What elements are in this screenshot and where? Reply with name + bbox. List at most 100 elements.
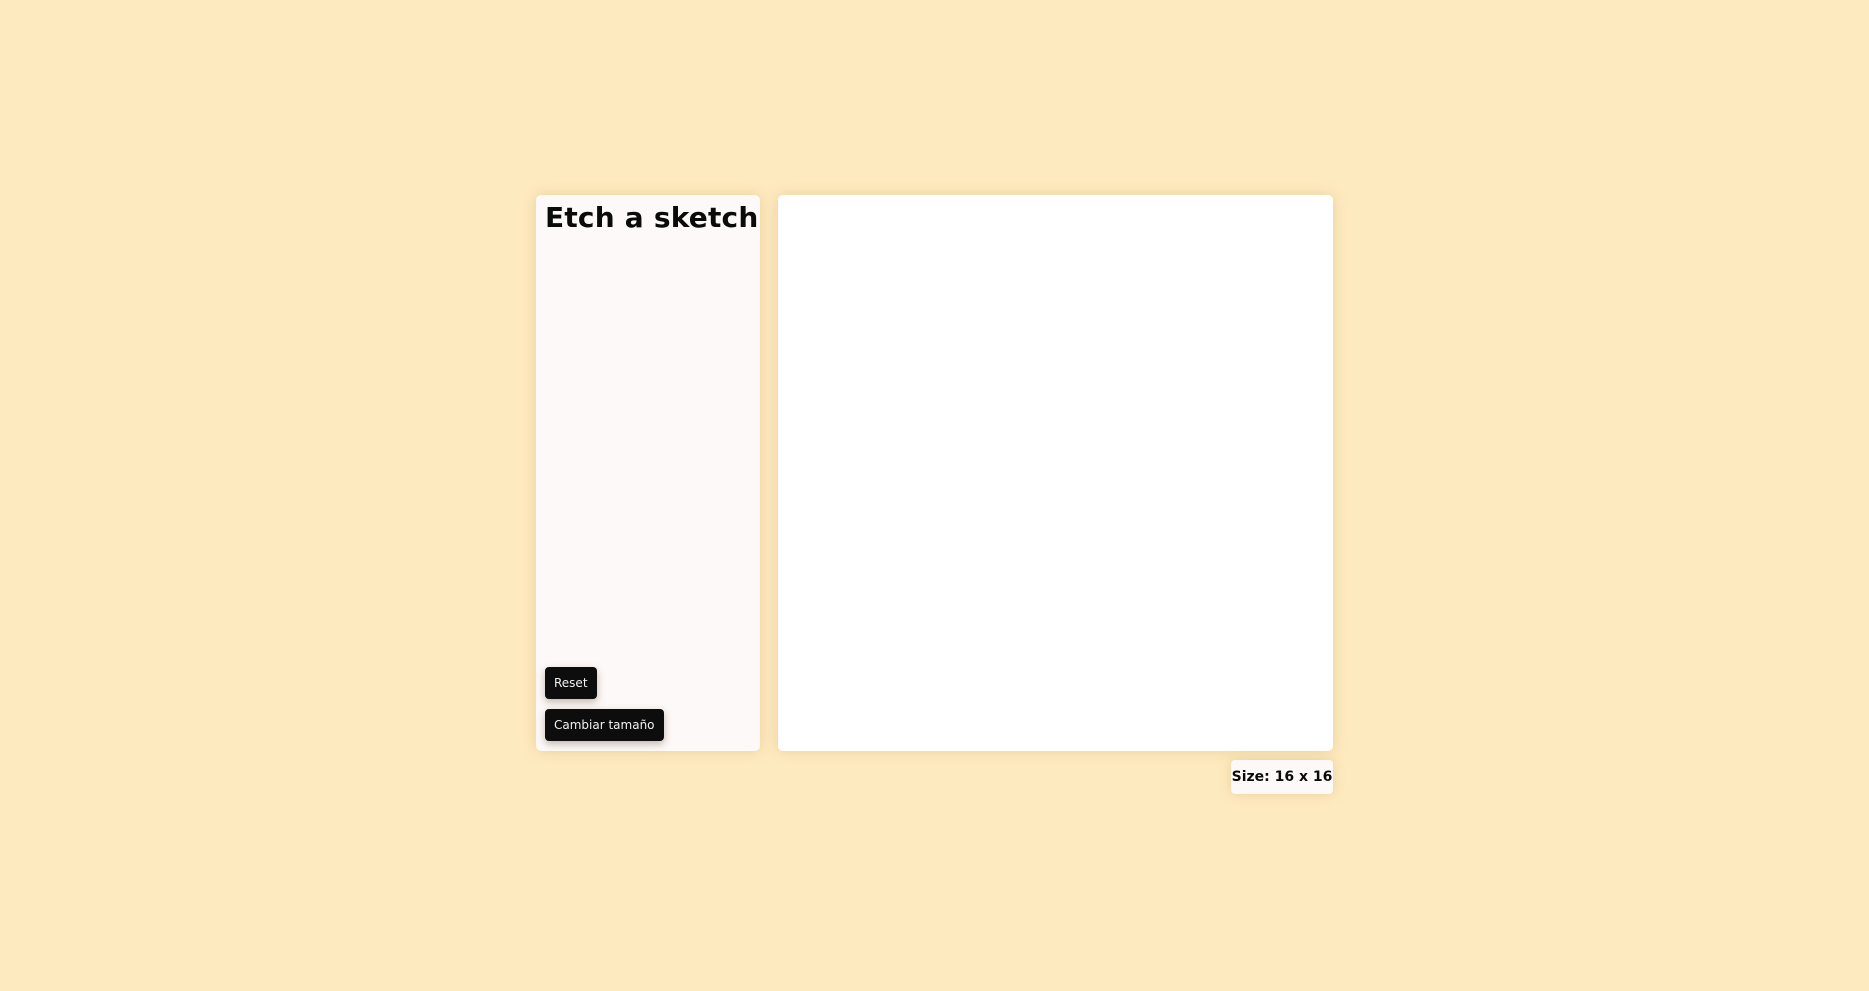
grid-cell[interactable] <box>1263 577 1299 612</box>
grid-cell[interactable] <box>916 681 952 717</box>
grid-cell[interactable] <box>1090 646 1125 682</box>
grid-cell[interactable] <box>1263 438 1299 473</box>
grid-cell[interactable] <box>812 542 848 578</box>
grid-cell[interactable] <box>986 507 1021 543</box>
grid-cell[interactable] <box>778 716 813 751</box>
grid-cell[interactable] <box>882 473 917 508</box>
grid-cell[interactable] <box>812 716 848 751</box>
grid-cell[interactable] <box>882 577 917 612</box>
grid-cell[interactable] <box>1298 716 1333 751</box>
grid-cell[interactable] <box>1090 264 1125 300</box>
grid-cell[interactable] <box>1228 403 1264 439</box>
grid-cell[interactable] <box>1124 438 1160 473</box>
grid-cell[interactable] <box>778 542 813 578</box>
grid-cell[interactable] <box>812 438 848 473</box>
grid-cell[interactable] <box>882 229 917 265</box>
grid-cell[interactable] <box>1124 403 1160 439</box>
grid-cell[interactable] <box>1194 264 1229 300</box>
grid-cell[interactable] <box>847 299 883 334</box>
grid-cell[interactable] <box>1228 716 1264 751</box>
grid-cell[interactable] <box>847 438 883 473</box>
grid-cell[interactable] <box>1090 368 1125 404</box>
grid-cell[interactable] <box>1263 264 1299 300</box>
grid-cell[interactable] <box>847 577 883 612</box>
grid-cell[interactable] <box>986 229 1021 265</box>
grid-cell[interactable] <box>1228 681 1264 717</box>
reset-button[interactable]: Reset <box>545 667 597 699</box>
grid-cell[interactable] <box>1228 438 1264 473</box>
grid-cell[interactable] <box>1090 299 1125 334</box>
grid-cell[interactable] <box>882 264 917 300</box>
grid-cell[interactable] <box>882 612 917 647</box>
grid-cell[interactable] <box>1194 195 1229 230</box>
grid-cell[interactable] <box>1194 229 1229 265</box>
grid-cell[interactable] <box>1194 368 1229 404</box>
grid-cell[interactable] <box>812 334 848 369</box>
grid-cell[interactable] <box>847 368 883 404</box>
grid-cell[interactable] <box>1159 612 1195 647</box>
grid-cell[interactable] <box>951 368 987 404</box>
grid-cell[interactable] <box>778 646 813 682</box>
grid-cell[interactable] <box>1228 368 1264 404</box>
grid-cell[interactable] <box>882 403 917 439</box>
grid-cell[interactable] <box>1228 646 1264 682</box>
grid-cell[interactable] <box>1055 334 1091 369</box>
grid-cell[interactable] <box>1055 542 1091 578</box>
grid-cell[interactable] <box>1298 403 1333 439</box>
grid-cell[interactable] <box>847 716 883 751</box>
grid-cell[interactable] <box>951 195 987 230</box>
grid-cell[interactable] <box>812 195 848 230</box>
grid-cell[interactable] <box>1055 716 1091 751</box>
grid-cell[interactable] <box>778 577 813 612</box>
grid-cell[interactable] <box>1263 403 1299 439</box>
grid-cell[interactable] <box>1055 507 1091 543</box>
grid-cell[interactable] <box>1159 403 1195 439</box>
grid-cell[interactable] <box>951 264 987 300</box>
grid-cell[interactable] <box>1194 438 1229 473</box>
grid-cell[interactable] <box>916 438 952 473</box>
grid-cell[interactable] <box>1090 403 1125 439</box>
grid-cell[interactable] <box>986 195 1021 230</box>
grid-cell[interactable] <box>1124 542 1160 578</box>
grid-cell[interactable] <box>1298 507 1333 543</box>
grid-cell[interactable] <box>1090 612 1125 647</box>
grid-cell[interactable] <box>1228 229 1264 265</box>
grid-cell[interactable] <box>1159 264 1195 300</box>
grid-cell[interactable] <box>1020 438 1056 473</box>
grid-cell[interactable] <box>1090 438 1125 473</box>
grid-cell[interactable] <box>1298 229 1333 265</box>
grid-cell[interactable] <box>951 612 987 647</box>
grid-cell[interactable] <box>916 229 952 265</box>
grid-cell[interactable] <box>847 403 883 439</box>
grid-cell[interactable] <box>1298 368 1333 404</box>
grid-cell[interactable] <box>1090 229 1125 265</box>
grid-cell[interactable] <box>1124 646 1160 682</box>
grid-cell[interactable] <box>1194 681 1229 717</box>
grid-cell[interactable] <box>1020 334 1056 369</box>
grid-cell[interactable] <box>986 403 1021 439</box>
grid-cell[interactable] <box>1124 299 1160 334</box>
grid-cell[interactable] <box>847 229 883 265</box>
grid-cell[interactable] <box>1159 334 1195 369</box>
grid-cell[interactable] <box>1124 368 1160 404</box>
grid-cell[interactable] <box>986 612 1021 647</box>
grid-cell[interactable] <box>1159 299 1195 334</box>
grid-cell[interactable] <box>986 473 1021 508</box>
grid-cell[interactable] <box>1055 264 1091 300</box>
change-size-button[interactable]: Cambiar tamaño <box>545 709 664 741</box>
grid-cell[interactable] <box>1055 299 1091 334</box>
grid-cell[interactable] <box>882 507 917 543</box>
grid-cell[interactable] <box>951 577 987 612</box>
grid-cell[interactable] <box>1159 473 1195 508</box>
grid-cell[interactable] <box>882 334 917 369</box>
grid-cell[interactable] <box>882 542 917 578</box>
grid-cell[interactable] <box>1298 264 1333 300</box>
grid-cell[interactable] <box>951 646 987 682</box>
grid-cell[interactable] <box>1228 577 1264 612</box>
grid-cell[interactable] <box>812 264 848 300</box>
grid-cell[interactable] <box>1263 368 1299 404</box>
grid-cell[interactable] <box>951 229 987 265</box>
grid-cell[interactable] <box>1124 681 1160 717</box>
grid-cell[interactable] <box>882 646 917 682</box>
grid-cell[interactable] <box>1020 368 1056 404</box>
